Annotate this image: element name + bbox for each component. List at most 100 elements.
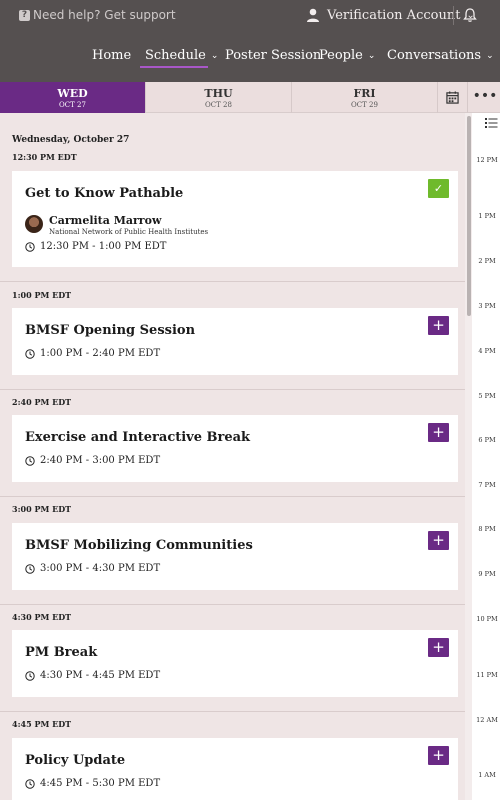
nav-poster-session-label: Poster Session [225, 48, 322, 63]
top-bar: ? Need help? Get support Verification Ac… [0, 0, 500, 31]
added-to-schedule-button[interactable]: ✓ [428, 179, 449, 198]
clock-icon [25, 670, 35, 681]
nav-conversations-label: Conversations [387, 48, 482, 63]
schedule-list: Wednesday, October 27 12:30 PM EDT Get t… [0, 113, 465, 800]
clock-icon [25, 455, 35, 466]
main-nav: Home Schedule ⌄ Poster Session People ⌄ … [0, 31, 500, 82]
session-time-text: 3:00 PM - 4:30 PM EDT [40, 563, 161, 574]
day-tabs: WED OCT 27 THU OCT 28 FRI OCT 29 ••• [0, 82, 500, 113]
time-slot-label: 12:30 PM EDT [12, 152, 77, 162]
timeline-hour-label[interactable]: 6 PM [474, 436, 500, 445]
add-to-schedule-button[interactable]: + [428, 638, 449, 657]
divider [0, 496, 465, 497]
session-title[interactable]: BMSF Mobilizing Communities [25, 538, 253, 553]
nav-people[interactable]: People ⌄ [319, 48, 375, 63]
clock-icon [25, 563, 35, 574]
session-time: 2:40 PM - 3:00 PM EDT [25, 455, 160, 466]
session-card[interactable]: Get to Know Pathable ✓ Carmelita Marrow … [12, 171, 458, 267]
user-icon [307, 8, 319, 22]
timeline-hour-label[interactable]: 3 PM [474, 302, 500, 311]
time-slot-label: 1:00 PM EDT [12, 290, 72, 300]
tab-day-date: OCT 28 [205, 101, 232, 109]
session-time: 3:00 PM - 4:30 PM EDT [25, 563, 160, 574]
time-slot-label: 4:45 PM EDT [12, 719, 72, 729]
chevron-down-icon: ⌄ [486, 50, 494, 61]
timeline-hour-label[interactable]: 7 PM [474, 481, 500, 490]
tab-day-date: OCT 27 [59, 101, 86, 109]
timeline-hour-label[interactable]: 9 PM [474, 570, 500, 579]
clock-icon [25, 348, 35, 359]
chevron-down-icon: ⌄ [210, 50, 219, 61]
session-card[interactable]: BMSF Opening Session + 1:00 PM - 2:40 PM… [12, 308, 458, 375]
timeline-hour-label[interactable]: 1 PM [474, 212, 500, 221]
nav-conversations[interactable]: Conversations ⌄ [387, 48, 494, 63]
time-slot-label: 4:30 PM EDT [12, 612, 72, 622]
timeline-hour-label[interactable]: 11 PM [474, 671, 500, 680]
more-options-button[interactable]: ••• [470, 82, 500, 113]
timeline-hour-label[interactable]: 5 PM [474, 392, 500, 401]
session-time-text: 4:45 PM - 5:30 PM EDT [40, 778, 161, 789]
session-time-text: 1:00 PM - 2:40 PM EDT [40, 348, 161, 359]
question-icon: ? [19, 9, 30, 21]
list-view-icon[interactable] [485, 117, 498, 129]
scrollbar-thumb[interactable] [467, 116, 471, 316]
calendar-button[interactable] [438, 82, 468, 113]
session-time-text: 4:30 PM - 4:45 PM EDT [40, 670, 161, 681]
session-title[interactable]: Policy Update [25, 753, 125, 768]
date-heading: Wednesday, October 27 [12, 135, 130, 145]
session-title[interactable]: Exercise and Interactive Break [25, 430, 250, 445]
session-card[interactable]: Policy Update + 4:45 PM - 5:30 PM EDT [12, 738, 458, 800]
tab-day-name: FRI [353, 87, 376, 100]
nav-schedule-label: Schedule [145, 48, 206, 63]
session-title[interactable]: BMSF Opening Session [25, 323, 195, 338]
session-title[interactable]: Get to Know Pathable [25, 186, 183, 201]
help-link[interactable]: ? Need help? Get support [19, 8, 176, 22]
divider [0, 281, 465, 282]
nav-poster-session[interactable]: Poster Session [225, 48, 321, 63]
session-time-text: 12:30 PM - 1:00 PM EDT [40, 241, 167, 252]
tab-wed[interactable]: WED OCT 27 [0, 82, 146, 113]
nav-home[interactable]: Home [92, 48, 131, 63]
clock-icon [25, 778, 35, 789]
session-card[interactable]: Exercise and Interactive Break + 2:40 PM… [12, 415, 458, 482]
timeline-hour-label[interactable]: 8 PM [474, 525, 500, 534]
chevron-down-icon: ⌄ [367, 50, 376, 61]
divider [0, 389, 465, 390]
tab-thu[interactable]: THU OCT 28 [146, 82, 292, 113]
timeline-hour-label[interactable]: 12 AM [474, 716, 500, 725]
timeline-hour-label[interactable]: 4 PM [474, 347, 500, 356]
session-card[interactable]: BMSF Mobilizing Communities + 3:00 PM - … [12, 523, 458, 590]
timeline-hour-label[interactable]: 2 PM [474, 257, 500, 266]
session-time: 4:45 PM - 5:30 PM EDT [25, 778, 160, 789]
timeline-hour-label[interactable]: 1 AM [474, 771, 500, 780]
speaker-org: National Network of Public Health Instit… [49, 228, 209, 236]
account-menu[interactable]: Verification Account ⌄ [305, 7, 475, 23]
tab-fri[interactable]: FRI OCT 29 [292, 82, 438, 113]
divider [453, 6, 454, 25]
add-to-schedule-button[interactable]: + [428, 423, 449, 442]
add-to-schedule-button[interactable]: + [428, 531, 449, 550]
nav-people-label: People [319, 48, 363, 63]
time-slot-label: 3:00 PM EDT [12, 504, 72, 514]
session-card[interactable]: PM Break + 4:30 PM - 4:45 PM EDT [12, 630, 458, 697]
session-time-text: 2:40 PM - 3:00 PM EDT [40, 455, 161, 466]
divider [0, 711, 465, 712]
nav-schedule[interactable]: Schedule ⌄ [145, 48, 218, 63]
divider [0, 604, 465, 605]
speaker-avatar [25, 215, 43, 233]
active-nav-indicator [140, 66, 208, 68]
speaker-name: Carmelita Marrow [49, 214, 162, 227]
notification-bell-icon[interactable] [462, 7, 478, 23]
timeline-hour-label[interactable]: 10 PM [474, 615, 500, 624]
session-time: 1:00 PM - 2:40 PM EDT [25, 348, 160, 359]
tab-day-date: OCT 29 [351, 101, 378, 109]
add-to-schedule-button[interactable]: + [428, 316, 449, 335]
add-to-schedule-button[interactable]: + [428, 746, 449, 765]
session-time: 12:30 PM - 1:00 PM EDT [25, 241, 166, 252]
session-title[interactable]: PM Break [25, 645, 97, 660]
session-time: 4:30 PM - 4:45 PM EDT [25, 670, 160, 681]
tab-day-name: THU [204, 87, 233, 100]
speaker[interactable]: Carmelita Marrow National Network of Pub… [25, 214, 208, 236]
timeline-hour-label[interactable]: 12 PM [474, 156, 500, 165]
nav-home-label: Home [92, 48, 132, 63]
